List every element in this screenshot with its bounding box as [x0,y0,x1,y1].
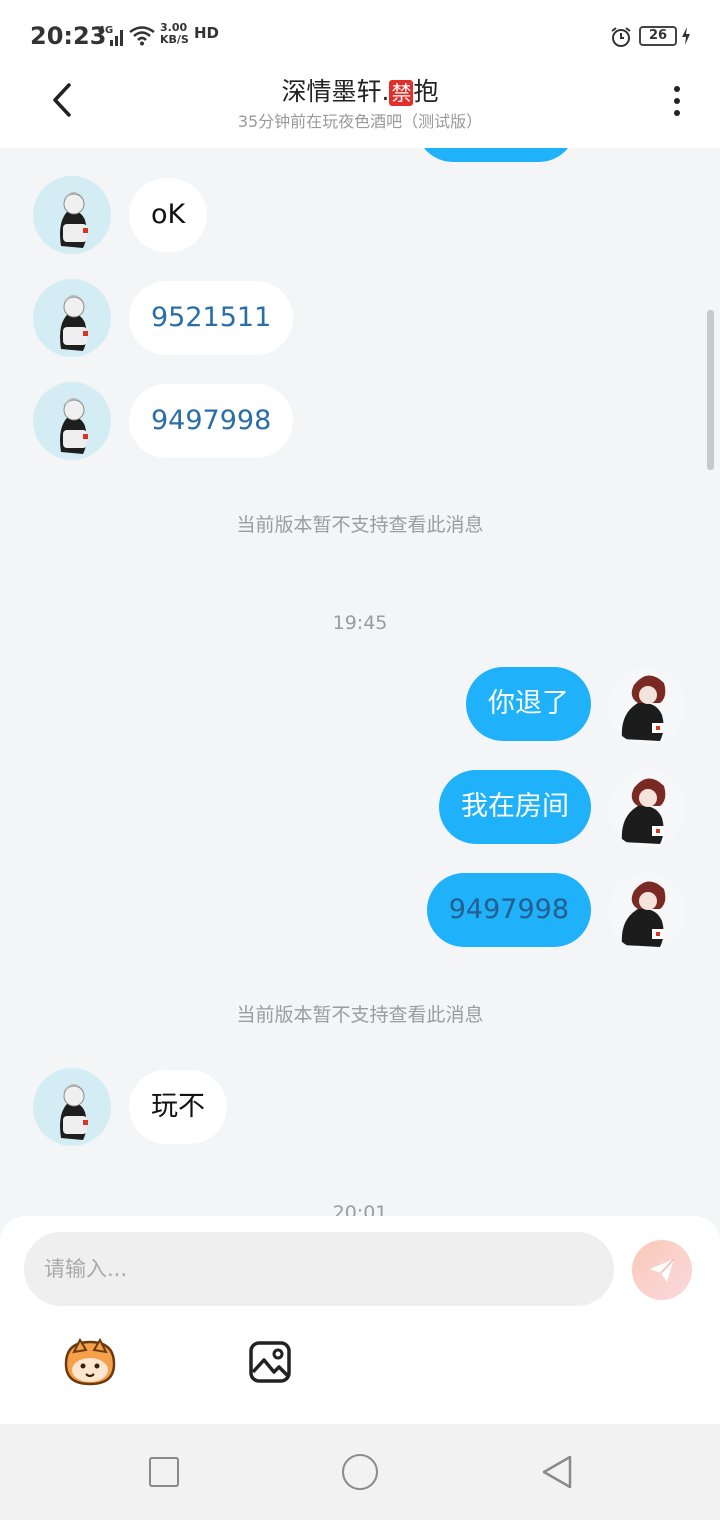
emoji-sticker-icon[interactable] [60,1336,120,1390]
dot-icon [674,110,680,116]
avatar-image [621,881,666,947]
recent-apps-button[interactable] [149,1457,179,1487]
hd-indicator: HD [194,24,220,42]
message-bubble-outgoing[interactable]: 你退了 [466,667,591,741]
alarm-icon [611,27,631,47]
avatar-image [621,778,666,844]
dot-icon [674,98,680,104]
status-bar: 20:23 4G 3.00 KB/S HD 26 [0,0,720,70]
nav-back-icon[interactable] [540,1454,574,1490]
status-subtitle: 35分钟前在玩夜色酒吧（测试版） [237,112,483,131]
chat-header: 深情墨轩. 禁抱 35分钟前在玩夜色酒吧（测试版） [0,70,720,148]
my-avatar[interactable] [608,770,686,848]
message-input[interactable]: 请输入... [24,1232,614,1306]
avatar-image [621,675,666,741]
avatar-image [60,192,88,248]
message-bubble-incoming[interactable]: oK [129,178,208,252]
page-title: 深情墨轩. 禁抱 [0,72,720,108]
message-bubble-incoming-number[interactable]: 9497998 [129,384,294,458]
message-list[interactable]: oK 9521511 9497998 当前版本暂不支持查看此消息 19:45 你… [0,148,720,1218]
send-button[interactable] [632,1240,692,1300]
battery-indicator: 26 [639,26,677,46]
network-speed: 3.00 KB/S [160,22,189,46]
title-suffix: 抱 [413,77,439,106]
input-panel: 请输入... [0,1216,720,1424]
avatar-image [60,1084,88,1140]
title-text: 深情墨轩. [281,77,390,106]
contact-avatar[interactable] [33,382,111,460]
contact-avatar[interactable] [33,279,111,357]
contact-avatar[interactable] [33,176,111,254]
avatar-image [60,398,88,454]
system-notice: 当前版本暂不支持查看此消息 [236,1004,484,1026]
wifi-icon [129,26,155,46]
avatar-image [60,295,88,351]
message-bubble-incoming[interactable]: 玩不 [129,1070,227,1144]
status-time: 20:23 [30,22,107,50]
message-bubble-partial[interactable] [416,148,576,162]
system-navigation-bar [0,1424,720,1520]
image-picker-icon[interactable] [248,1340,292,1384]
message-bubble-outgoing[interactable]: 我在房间 [439,770,591,844]
signal-icon [110,30,123,46]
ban-badge: 禁 [389,80,414,106]
my-avatar[interactable] [608,873,686,951]
send-icon [650,1258,675,1282]
timestamp: 19:45 [332,612,388,634]
home-button[interactable] [342,1454,378,1490]
contact-avatar[interactable] [33,1068,111,1146]
system-notice: 当前版本暂不支持查看此消息 [236,514,484,536]
scrollbar[interactable] [707,310,714,470]
more-options-button[interactable] [660,78,694,124]
charging-icon [682,27,690,45]
message-bubble-incoming-number[interactable]: 9521511 [129,281,294,355]
message-bubble-outgoing-number[interactable]: 9497998 [426,873,591,947]
speed-unit: KB/S [160,33,189,46]
dot-icon [674,86,680,92]
my-avatar[interactable] [608,667,686,745]
